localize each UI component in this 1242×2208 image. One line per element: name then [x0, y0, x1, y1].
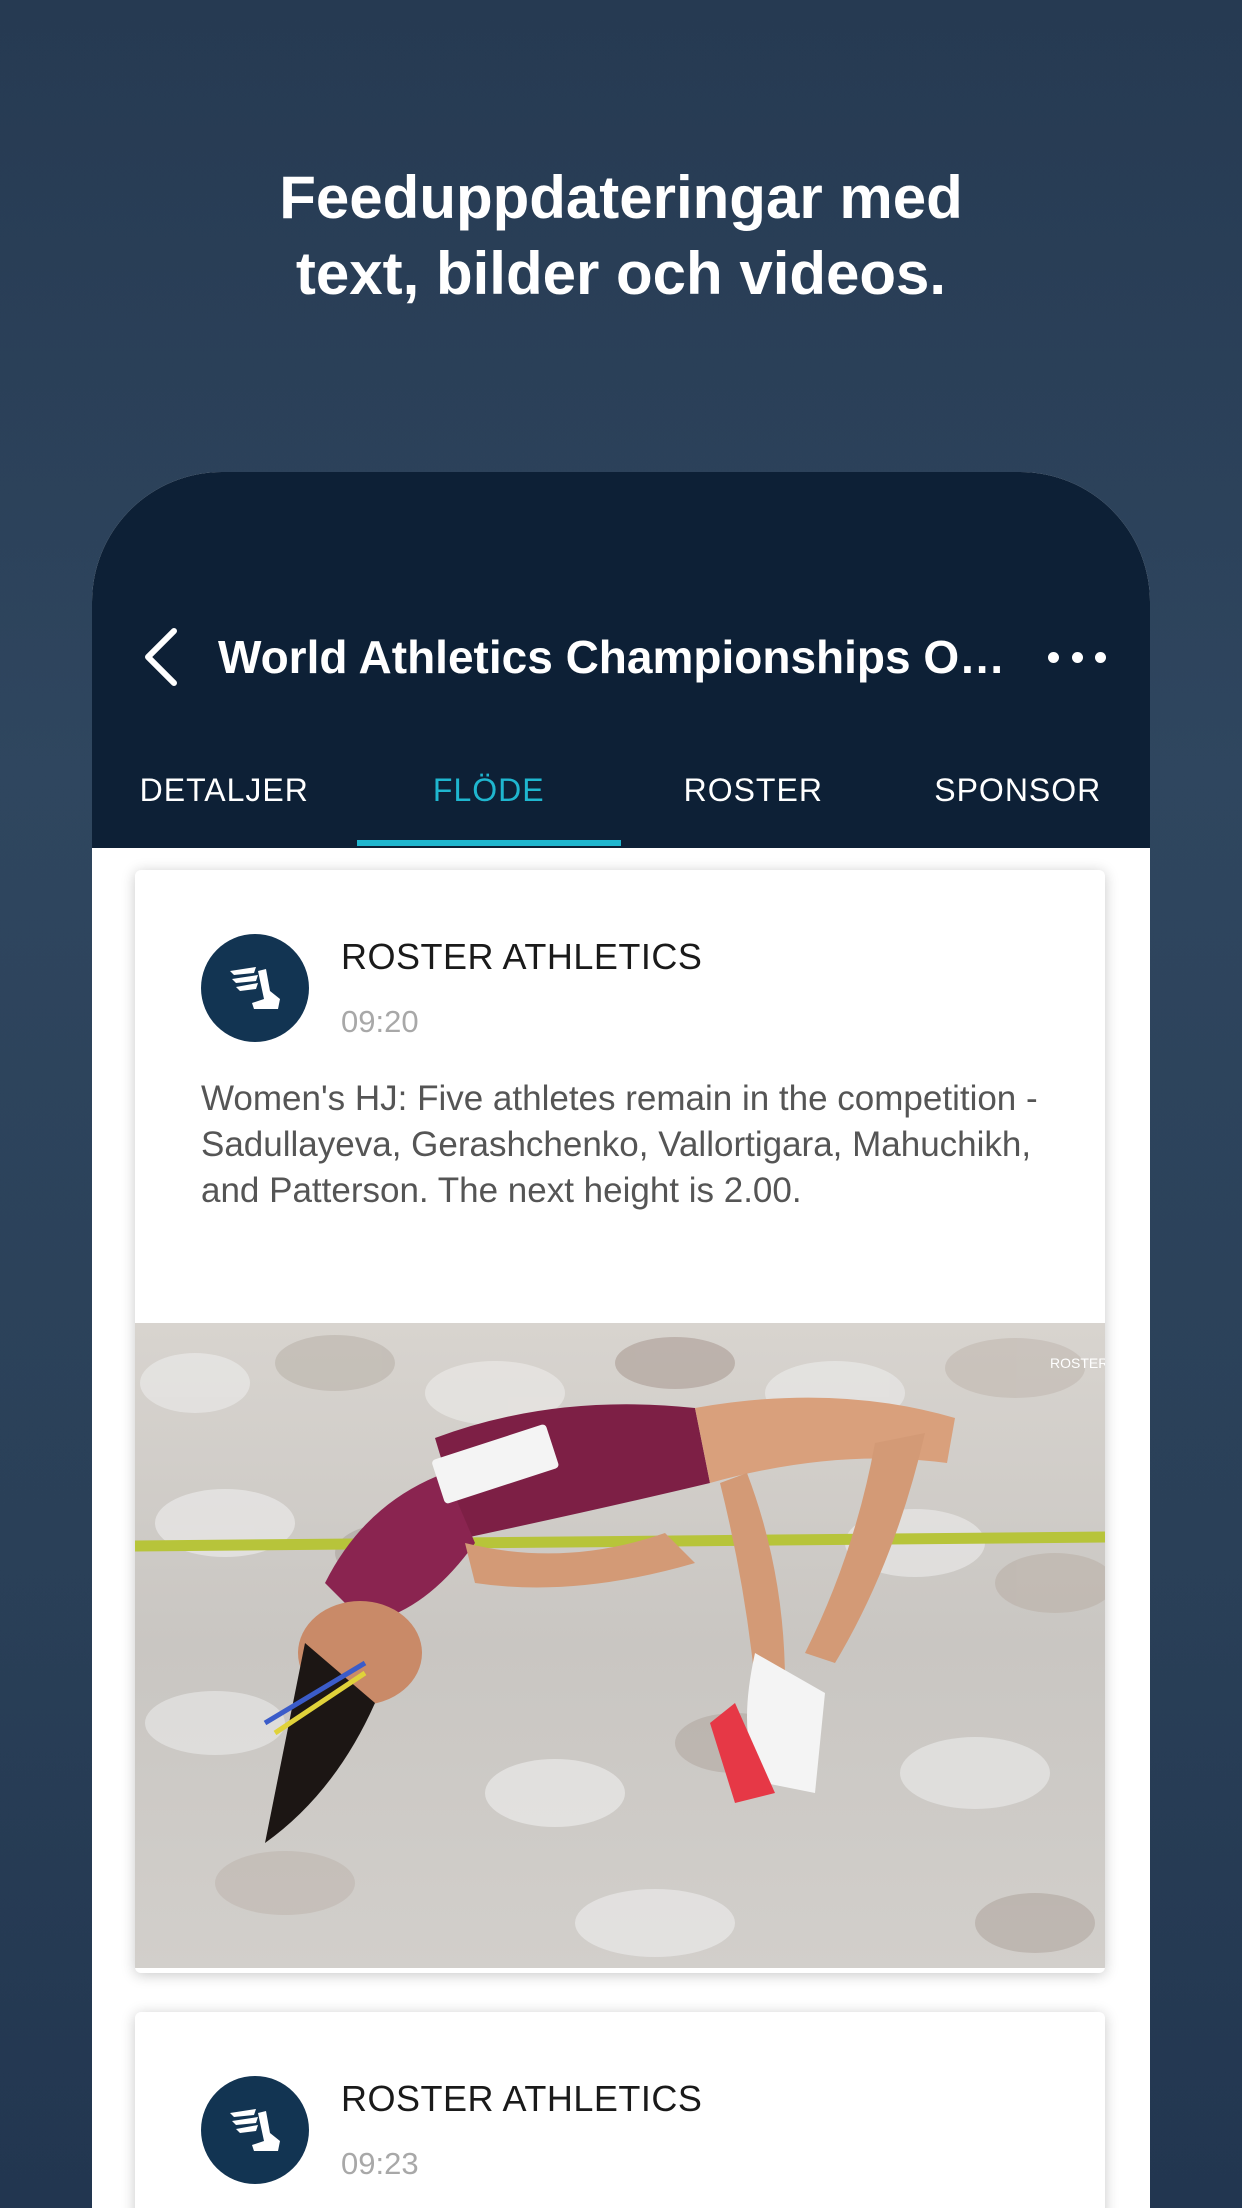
- feed-post[interactable]: ROSTER ATHLETICS 09:20 Women's HJ: Five …: [135, 870, 1105, 1973]
- post-author: ROSTER ATHLETICS: [341, 2078, 703, 2119]
- back-button[interactable]: [132, 622, 192, 692]
- post-text: Women's HJ: Five athletes remain in the …: [201, 1079, 1038, 1210]
- svg-text:ROSTER: ROSTER: [1050, 1355, 1105, 1371]
- avatar: [201, 2076, 309, 2184]
- more-horizontal-icon: [1048, 651, 1059, 663]
- post-time: 09:23: [341, 2146, 419, 2181]
- event-title: World Athletics Championships Ore...: [218, 631, 1018, 683]
- promo-headline-line2: text, bilder och videos.: [295, 240, 947, 307]
- tab-sponsor[interactable]: SPONSOR: [886, 734, 1151, 846]
- tab-roster[interactable]: ROSTER: [621, 734, 886, 846]
- promo-headline-line1: Feeduppdateringar med: [279, 164, 963, 231]
- avatar: [201, 934, 309, 1042]
- chevron-left-icon: [145, 628, 177, 686]
- winged-foot-logo-icon: [230, 967, 280, 1009]
- more-options-button[interactable]: [1042, 632, 1112, 682]
- phone-screen: World Athletics Championships Ore... DET…: [92, 472, 1150, 2208]
- post-image[interactable]: ROSTER: [135, 1323, 1105, 1968]
- winged-foot-logo-icon: [230, 2109, 280, 2151]
- tab-flode[interactable]: FLÖDE: [356, 734, 622, 846]
- tab-bar: DETALJER FLÖDE ROSTER SPONSOR: [92, 734, 1150, 846]
- tab-detaljer[interactable]: DETALJER: [92, 734, 357, 846]
- feed-post[interactable]: ROSTER ATHLETICS 09:23: [135, 2012, 1105, 2208]
- post-time: 09:20: [341, 1004, 419, 1039]
- promo-headline: Feeduppdateringar med text, bilder och v…: [0, 160, 1242, 312]
- app-bar: World Athletics Championships Ore... DET…: [92, 472, 1150, 848]
- post-author: ROSTER ATHLETICS: [341, 936, 703, 977]
